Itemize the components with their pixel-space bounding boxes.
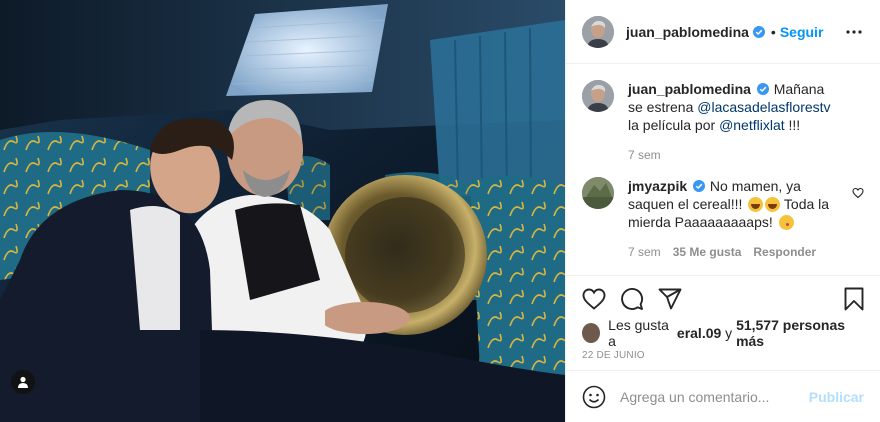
post-details-panel: juan_pablomedina • Seguir juan_pablomedi… — [565, 0, 880, 422]
save-button[interactable] — [840, 285, 868, 313]
more-options-icon — [846, 29, 862, 34]
comment-time[interactable]: 7 sem — [628, 245, 661, 259]
comment-item: jmyazpik No mamen, ya saquen el cereal!!… — [582, 177, 864, 259]
emoji-smiley-icon[interactable] — [582, 385, 606, 409]
verified-badge-icon — [756, 83, 769, 95]
publish-button[interactable]: Publicar — [809, 389, 864, 405]
send-paper-plane-icon — [658, 288, 682, 310]
follow-button[interactable]: Seguir — [780, 24, 824, 40]
separator-dot: • — [770, 23, 776, 40]
laughing-emoji-icon — [765, 197, 781, 212]
heart-icon — [582, 288, 606, 310]
like-button[interactable] — [580, 285, 608, 313]
bookmark-icon — [844, 287, 864, 311]
caption-time[interactable]: 7 sem — [628, 148, 661, 162]
comment-bubble-icon — [621, 288, 644, 310]
user-icon — [18, 376, 28, 388]
reply-button[interactable]: Responder — [753, 245, 816, 259]
share-button[interactable] — [656, 285, 684, 313]
avatar-photo-icon — [582, 177, 614, 209]
tagged-users-button[interactable] — [11, 370, 35, 394]
kiss-emoji-icon — [778, 215, 794, 230]
caption-author-avatar[interactable] — [582, 80, 614, 112]
comment-input[interactable] — [620, 388, 809, 405]
avatar-photo-icon — [582, 80, 614, 112]
laughing-emoji-icon — [748, 197, 764, 212]
caption-meta: 7 sem — [628, 148, 842, 162]
more-options-button[interactable] — [842, 20, 866, 44]
likes-summary: Les gusta a eral.09 y 51,577 personas má… — [566, 317, 880, 349]
avatar-photo-icon — [582, 15, 614, 48]
caption: juan_pablomedina Mañana se estrena @laca… — [582, 80, 864, 162]
post-photo[interactable] — [0, 0, 565, 422]
add-comment-bar: Publicar — [566, 370, 880, 422]
commenter-avatar[interactable] — [582, 177, 614, 209]
mention-link[interactable]: @netflixlat — [719, 117, 785, 133]
bus-interior-photo — [0, 0, 565, 422]
caption-author[interactable]: juan_pablomedina — [628, 81, 751, 97]
likes-conjunction: y — [721, 325, 737, 341]
liker-avatar[interactable] — [582, 323, 601, 343]
comment-likes[interactable]: 35 Me gusta — [673, 245, 742, 259]
author-username[interactable]: juan_pablomedina — [626, 24, 749, 40]
verified-badge-icon — [752, 25, 765, 38]
mention-link[interactable]: @lacasadelasflorestv — [697, 99, 830, 115]
comments-list: juan_pablomedina Mañana se estrena @laca… — [566, 64, 880, 276]
comment-like-heart-icon[interactable] — [852, 187, 864, 199]
likes-prefix: Les gusta a — [608, 317, 669, 349]
liker-username[interactable]: eral.09 — [677, 325, 721, 341]
commenter-username[interactable]: jmyazpik — [628, 178, 687, 194]
caption-text-end: !!! — [784, 117, 801, 133]
verified-badge-icon — [693, 180, 706, 192]
post-header: juan_pablomedina • Seguir — [566, 0, 880, 64]
caption-text-middle: la película por — [628, 117, 720, 133]
post-date[interactable]: 22 DE JUNIO — [566, 350, 880, 361]
likes-count[interactable]: 51,577 personas más — [736, 317, 864, 349]
comment-button[interactable] — [618, 285, 646, 313]
comment-meta: 7 sem 35 Me gusta Responder — [628, 245, 842, 259]
post-actions — [566, 276, 880, 322]
author-avatar[interactable] — [582, 15, 614, 48]
